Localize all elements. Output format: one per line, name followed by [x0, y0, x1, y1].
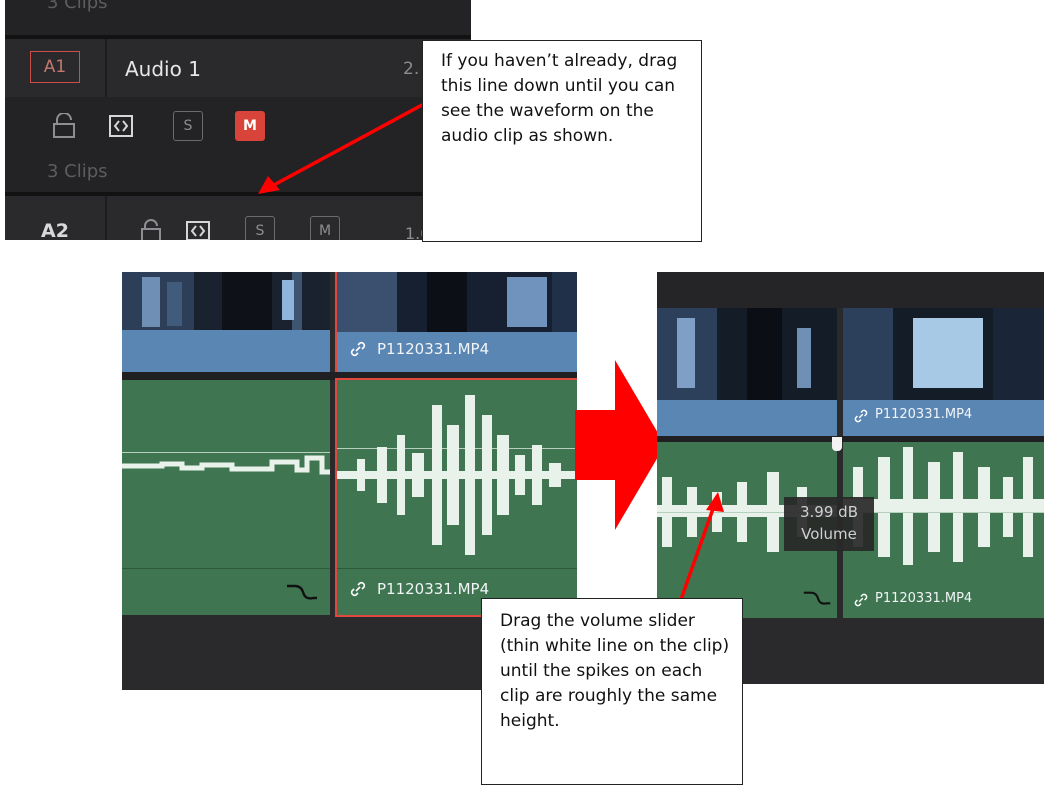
clip-divider [337, 568, 577, 569]
clip-name-label: P1120331.MP4 [875, 591, 973, 606]
fade-curve-icon[interactable] [285, 580, 319, 608]
clip-edit-handle[interactable] [832, 437, 842, 451]
volume-tooltip: 3.99 dB Volume [784, 497, 874, 551]
track-a2-header[interactable]: A2 S M 1.0 [5, 196, 471, 240]
instruction-callout-top: If you haven’t already, drag this line d… [422, 40, 702, 242]
video-clip-selected[interactable]: P1120331.MP4 [335, 272, 577, 374]
video-thumbnail [122, 272, 330, 330]
clip-name-label: P1120331.MP4 [377, 340, 490, 358]
instruction-text: Drag the volume slider (thin white line … [500, 611, 730, 731]
solo-button[interactable]: S [173, 111, 203, 141]
auto-track-select-icon[interactable] [185, 220, 211, 240]
link-icon [349, 580, 367, 602]
transition-arrow [575, 360, 665, 530]
audio-clip-selected[interactable]: P1120331.MP4 [335, 378, 577, 617]
fade-curve-icon[interactable] [802, 587, 832, 613]
lock-icon[interactable] [140, 219, 162, 240]
video-clip[interactable]: P1120331.MP4 [843, 308, 1044, 436]
instruction-text: If you haven’t already, drag this line d… [441, 51, 678, 146]
waveform [337, 395, 577, 555]
clip-divider [122, 568, 330, 569]
waveform [122, 455, 330, 475]
track-a1-header[interactable]: A1 Audio 1 2. [5, 39, 471, 97]
auto-track-select-icon[interactable] [108, 114, 134, 142]
link-icon [853, 408, 869, 428]
track-a2-badge[interactable]: A2 [41, 220, 69, 240]
track-gap [122, 372, 577, 380]
mute-button[interactable]: M [310, 216, 340, 240]
link-icon [349, 340, 367, 362]
instruction-callout-bottom: Drag the volume slider (thin white line … [481, 598, 743, 785]
track-a1-name[interactable]: Audio 1 [125, 57, 201, 81]
clip-name-label: P1120331.MP4 [377, 580, 490, 598]
track-a1-level: 2. [403, 59, 420, 79]
video-thumbnail [337, 272, 577, 332]
header-divider [105, 39, 107, 97]
pointer-arrow [676, 492, 724, 609]
video-thumbnail [657, 308, 837, 400]
solo-button[interactable]: S [245, 216, 275, 240]
track-a1-badge[interactable]: A1 [30, 51, 80, 83]
header-divider [105, 196, 107, 240]
track-gap [657, 272, 1044, 308]
volume-value: 3.99 dB [800, 503, 858, 521]
video-clip[interactable] [122, 272, 330, 372]
video-thumbnail [843, 308, 1044, 400]
link-icon [853, 592, 869, 612]
pointer-arrow [258, 96, 436, 194]
clip-count-label: 3 Clips [47, 0, 108, 13]
volume-label: Volume [801, 525, 857, 543]
audio-clip[interactable] [122, 380, 330, 615]
clip-name-label: P1120331.MP4 [875, 407, 973, 422]
video-clip[interactable] [657, 308, 837, 436]
lock-icon[interactable] [52, 112, 76, 143]
clip-count-label: 3 Clips [47, 161, 108, 182]
